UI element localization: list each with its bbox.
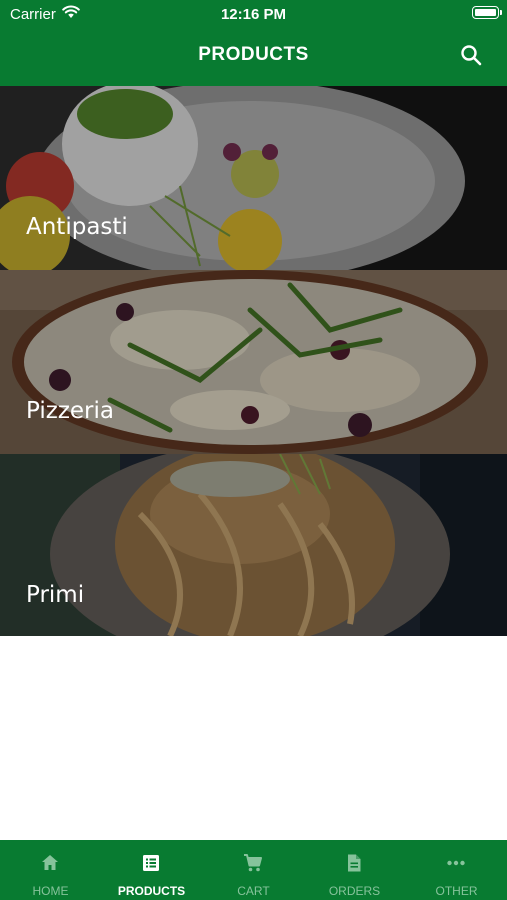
tab-bar: HOME PRODUCTS CART ORDERS OTHER [0,840,507,900]
tab-label: HOME [32,884,69,898]
pizzeria-image [0,270,507,454]
category-card-pizzeria[interactable]: Pizzeria [0,270,507,454]
tab-other[interactable]: OTHER [406,840,507,900]
tab-label: ORDERS [328,884,381,898]
home-icon [42,855,58,870]
category-label: Primi [26,582,85,608]
category-label: Pizzeria [26,398,114,424]
document-icon [348,854,361,872]
status-time: 12:16 PM [220,6,287,23]
more-icon [447,860,465,866]
category-label: Antipasti [26,214,128,240]
status-bar: Carrier 12:16 PM [0,0,507,28]
app-header: Carrier 12:16 PM PRODUCTS [0,0,507,86]
antipasti-image [0,86,507,270]
tab-cart[interactable]: CART [203,840,304,900]
tab-products[interactable]: PRODUCTS [101,840,202,900]
primi-image [0,454,507,636]
cart-icon [244,854,262,872]
tab-home[interactable]: HOME [0,840,101,900]
tab-orders[interactable]: ORDERS [304,840,405,900]
page-title: PRODUCTS [198,44,309,65]
tab-label: PRODUCTS [117,884,186,898]
battery-icon [472,6,502,19]
tab-label: CART [237,884,270,898]
category-card-primi[interactable]: Primi [0,454,507,636]
category-card-antipasti[interactable]: Antipasti [0,86,507,270]
list-icon [143,855,159,871]
search-icon[interactable] [459,43,483,67]
tab-label: OTHER [435,884,478,898]
